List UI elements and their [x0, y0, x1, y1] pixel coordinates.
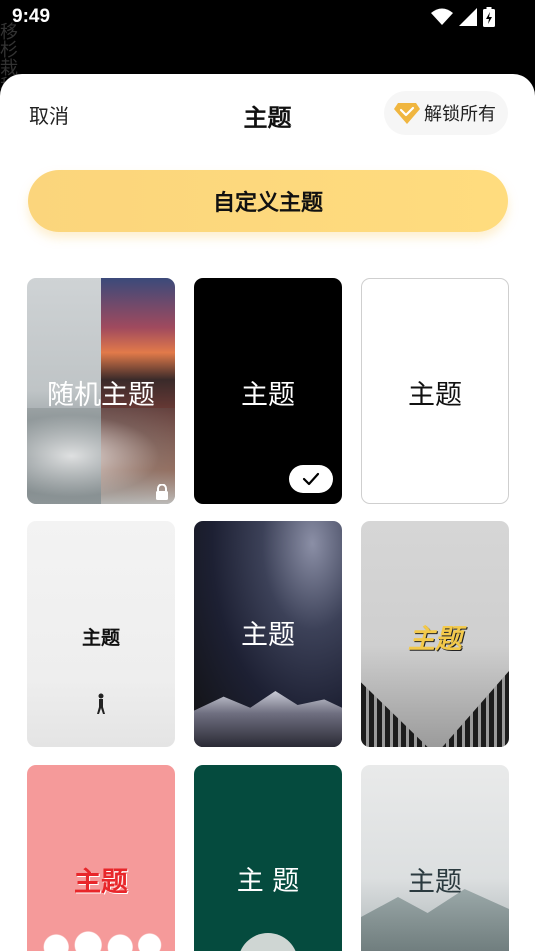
mountain-photo	[194, 691, 342, 747]
unlock-all-label: 解锁所有	[424, 104, 496, 125]
selected-badge	[289, 465, 333, 493]
theme-label: 主题	[74, 867, 128, 898]
theme-tile-black[interactable]: 主题	[194, 278, 342, 504]
theme-label: 主题	[241, 620, 295, 651]
theme-label: 主题	[408, 380, 462, 411]
signal-icon	[459, 8, 477, 26]
theme-tile-building[interactable]: 主题	[361, 521, 509, 747]
theme-tile-pink-cats[interactable]: 主题	[27, 765, 175, 951]
theme-tile-green[interactable]: 主 题	[194, 765, 342, 951]
cup-illustration	[238, 933, 298, 951]
theme-tile-random[interactable]: 随机主题	[27, 278, 175, 504]
lock-icon	[156, 484, 168, 500]
status-bar: 9:49	[0, 0, 535, 36]
checkmark-icon	[302, 472, 320, 486]
diamond-vip-icon	[394, 103, 420, 124]
status-icons	[431, 7, 495, 27]
theme-label: 主题	[408, 867, 462, 898]
cats-illustration	[37, 923, 165, 951]
battery-icon	[483, 7, 495, 27]
theme-tile-snow[interactable]: 主题	[27, 521, 175, 747]
theme-label: 主 题	[236, 866, 300, 897]
theme-label: 主题	[408, 624, 462, 655]
theme-label: 随机主题	[47, 380, 155, 411]
theme-label: 主题	[81, 627, 120, 649]
theme-tile-misty-mountain[interactable]: 主题	[361, 765, 509, 951]
mist-photo	[27, 408, 175, 504]
theme-label: 主题	[241, 380, 295, 411]
theme-tile-white[interactable]: 主题	[361, 278, 509, 504]
theme-sheet: 取消 主题 解锁所有 自定义主题 随机主题 主题 主题 主题 主题 主题 主题 …	[0, 74, 535, 951]
walking-person-icon	[97, 693, 105, 714]
building-photo	[361, 671, 509, 747]
unlock-all-button[interactable]: 解锁所有	[384, 91, 508, 135]
theme-tile-starry-sky[interactable]: 主题	[194, 521, 342, 747]
custom-theme-button[interactable]: 自定义主题	[28, 170, 508, 232]
wifi-icon	[431, 8, 453, 25]
